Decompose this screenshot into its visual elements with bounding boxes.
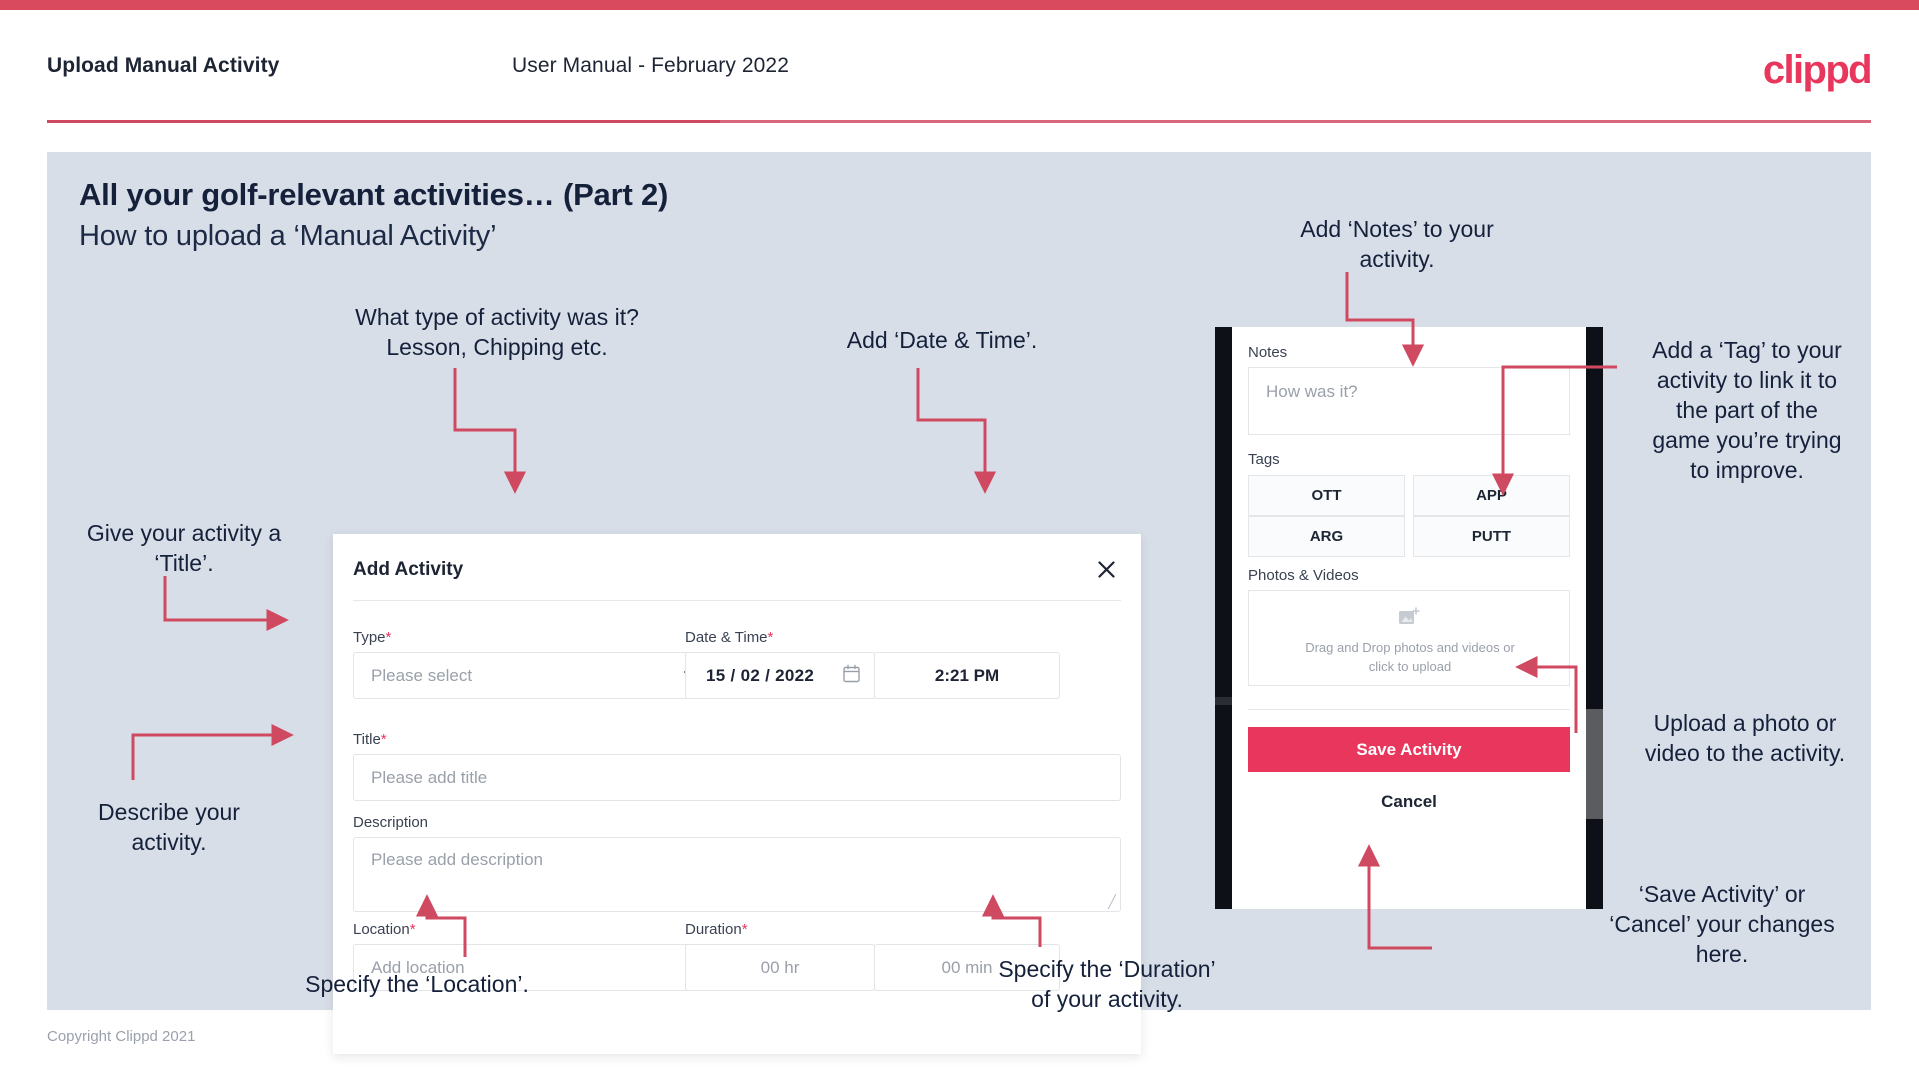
annotation-type: What type of activity was it? Lesson, Ch… [355,304,639,360]
phone-divider [1248,709,1570,710]
type-field-label: Type* [353,629,391,646]
header-divider-light [720,120,1871,123]
title-label-text: Title [353,731,381,748]
phone-button-left [1215,697,1232,705]
description-label-text: Description [353,814,429,831]
annotation-notes: Add ‘Notes’ to your activity. [1300,216,1494,272]
location-field-label: Location* [353,921,416,938]
top-accent-bar [0,0,1919,10]
annotation-description: Describe your activity. [98,799,240,855]
description-placeholder: Please add description [371,850,544,869]
header-subtitle: User Manual - February 2022 [512,54,789,77]
dialog-divider [353,600,1121,601]
type-required-marker: * [385,629,392,646]
datetime-field-label: Date & Time* [685,629,773,646]
dropzone-text: Drag and Drop photos and videos or click… [1249,638,1571,676]
datetime-label-text: Date & Time [685,629,768,646]
resize-handle-icon[interactable]: ╱ [1108,895,1116,908]
copyright-text: Copyright Clippd 2021 [47,1028,196,1045]
phone-button-right [1586,709,1603,819]
phone-mockup: Notes How was it? Tags OTT APP ARG PUTT … [1215,327,1603,909]
duration-field-label: Duration* [685,921,748,938]
duration-hours-input[interactable]: 00 hr [685,944,875,991]
phone-bezel-right [1586,327,1603,909]
location-required-marker: * [409,921,416,938]
phone-bezel-left [1215,327,1232,909]
title-required-marker: * [380,731,387,748]
annotation-datetime: Add ‘Date & Time’. [846,327,1038,353]
cancel-button[interactable]: Cancel [1232,792,1586,812]
tag-button-ott[interactable]: OTT [1248,475,1405,516]
type-placeholder: Please select [371,665,473,685]
annotation-photos: Upload a photo or video to the activity. [1644,710,1846,766]
annotation-location: Specify the ‘Location’. [305,971,529,997]
type-label-text: Type [353,629,386,646]
date-input[interactable]: 15 / 02 / 2022 [685,652,875,699]
description-field-label: Description [353,814,428,831]
type-select[interactable]: Please select [353,652,718,699]
duration-hours-placeholder: 00 hr [760,957,800,977]
dropzone-line2: click to upload [1368,659,1452,674]
page-header: Upload Manual Activity User Manual - Feb… [0,10,1919,120]
notes-textarea[interactable]: How was it? [1248,367,1570,435]
location-label-text: Location [353,921,410,938]
time-value: 2:21 PM [934,665,1000,685]
photos-videos-label: Photos & Videos [1248,567,1359,584]
time-input[interactable]: 2:21 PM [874,652,1060,699]
slide-title: All your golf-relevant activities… (Part… [79,177,669,212]
slide-subtitle: How to upload a ‘Manual Activity’ [79,220,497,252]
duration-label-text: Duration [685,921,742,938]
photo-dropzone[interactable]: Drag and Drop photos and videos or click… [1248,590,1570,686]
duration-required-marker: * [741,921,748,938]
add-image-icon [1398,607,1420,632]
annotation-tags: Add a ‘Tag’ to your activity to link it … [1652,337,1842,483]
header-title: Upload Manual Activity [47,54,280,77]
title-input[interactable]: Please add title [353,754,1121,801]
annotation-duration: Specify the ‘Duration’ of your activity. [998,956,1216,1012]
datetime-required-marker: * [767,629,774,646]
clippd-logo: clippd [1762,48,1873,92]
notes-label: Notes [1248,344,1288,361]
dropzone-line1: Drag and Drop photos and videos or [1305,640,1515,655]
dialog-title: Add Activity [353,559,464,580]
notes-placeholder: How was it? [1266,382,1358,401]
title-field-label: Title* [353,731,387,748]
calendar-icon[interactable] [843,664,860,687]
annotation-title: Give your activity a ‘Title’. [86,520,282,576]
tag-button-putt[interactable]: PUTT [1413,516,1570,557]
slide-canvas: All your golf-relevant activities… (Part… [47,152,1871,1054]
tag-button-app[interactable]: APP [1413,475,1570,516]
tags-label: Tags [1248,451,1280,468]
phone-screen: Notes How was it? Tags OTT APP ARG PUTT … [1232,327,1586,909]
title-placeholder: Please add title [371,767,488,787]
tag-button-arg[interactable]: ARG [1248,516,1405,557]
date-value: 15 / 02 / 2022 [706,665,815,685]
save-activity-button[interactable]: Save Activity [1248,727,1570,772]
annotation-save: ‘Save Activity’ or ‘Cancel’ your changes… [1609,881,1835,967]
close-icon[interactable] [1089,552,1123,586]
description-textarea[interactable]: Please add description ╱ [353,837,1121,912]
